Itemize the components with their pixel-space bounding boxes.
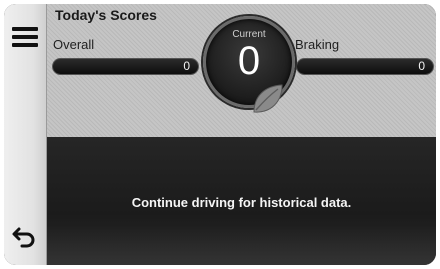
menu-icon-line [12, 27, 38, 31]
page-title: Today's Scores [55, 7, 157, 23]
braking-score-value: 0 [418, 59, 425, 73]
side-toolbar [4, 4, 47, 265]
menu-button[interactable] [12, 24, 38, 50]
overall-score-bar: 0 [52, 58, 199, 75]
overall-score-value: 0 [183, 59, 190, 73]
overall-label: Overall [53, 37, 95, 52]
back-button[interactable] [10, 220, 40, 250]
leaf-icon [253, 84, 283, 113]
history-message: Continue driving for historical data. [131, 195, 352, 210]
current-score-value: 0 [237, 39, 261, 83]
menu-icon-line [12, 43, 38, 47]
braking-score-bar: 0 [296, 58, 434, 75]
back-arrow-icon [12, 227, 35, 248]
scores-screen: Today's Scores Overall 0 Braking 0 Curre… [4, 4, 436, 265]
history-panel: Continue driving for historical data. [47, 137, 436, 265]
todays-scores-panel: Today's Scores Overall 0 Braking 0 Curre… [47, 4, 436, 137]
braking-label: Braking [295, 37, 340, 52]
menu-icon-line [12, 35, 38, 39]
